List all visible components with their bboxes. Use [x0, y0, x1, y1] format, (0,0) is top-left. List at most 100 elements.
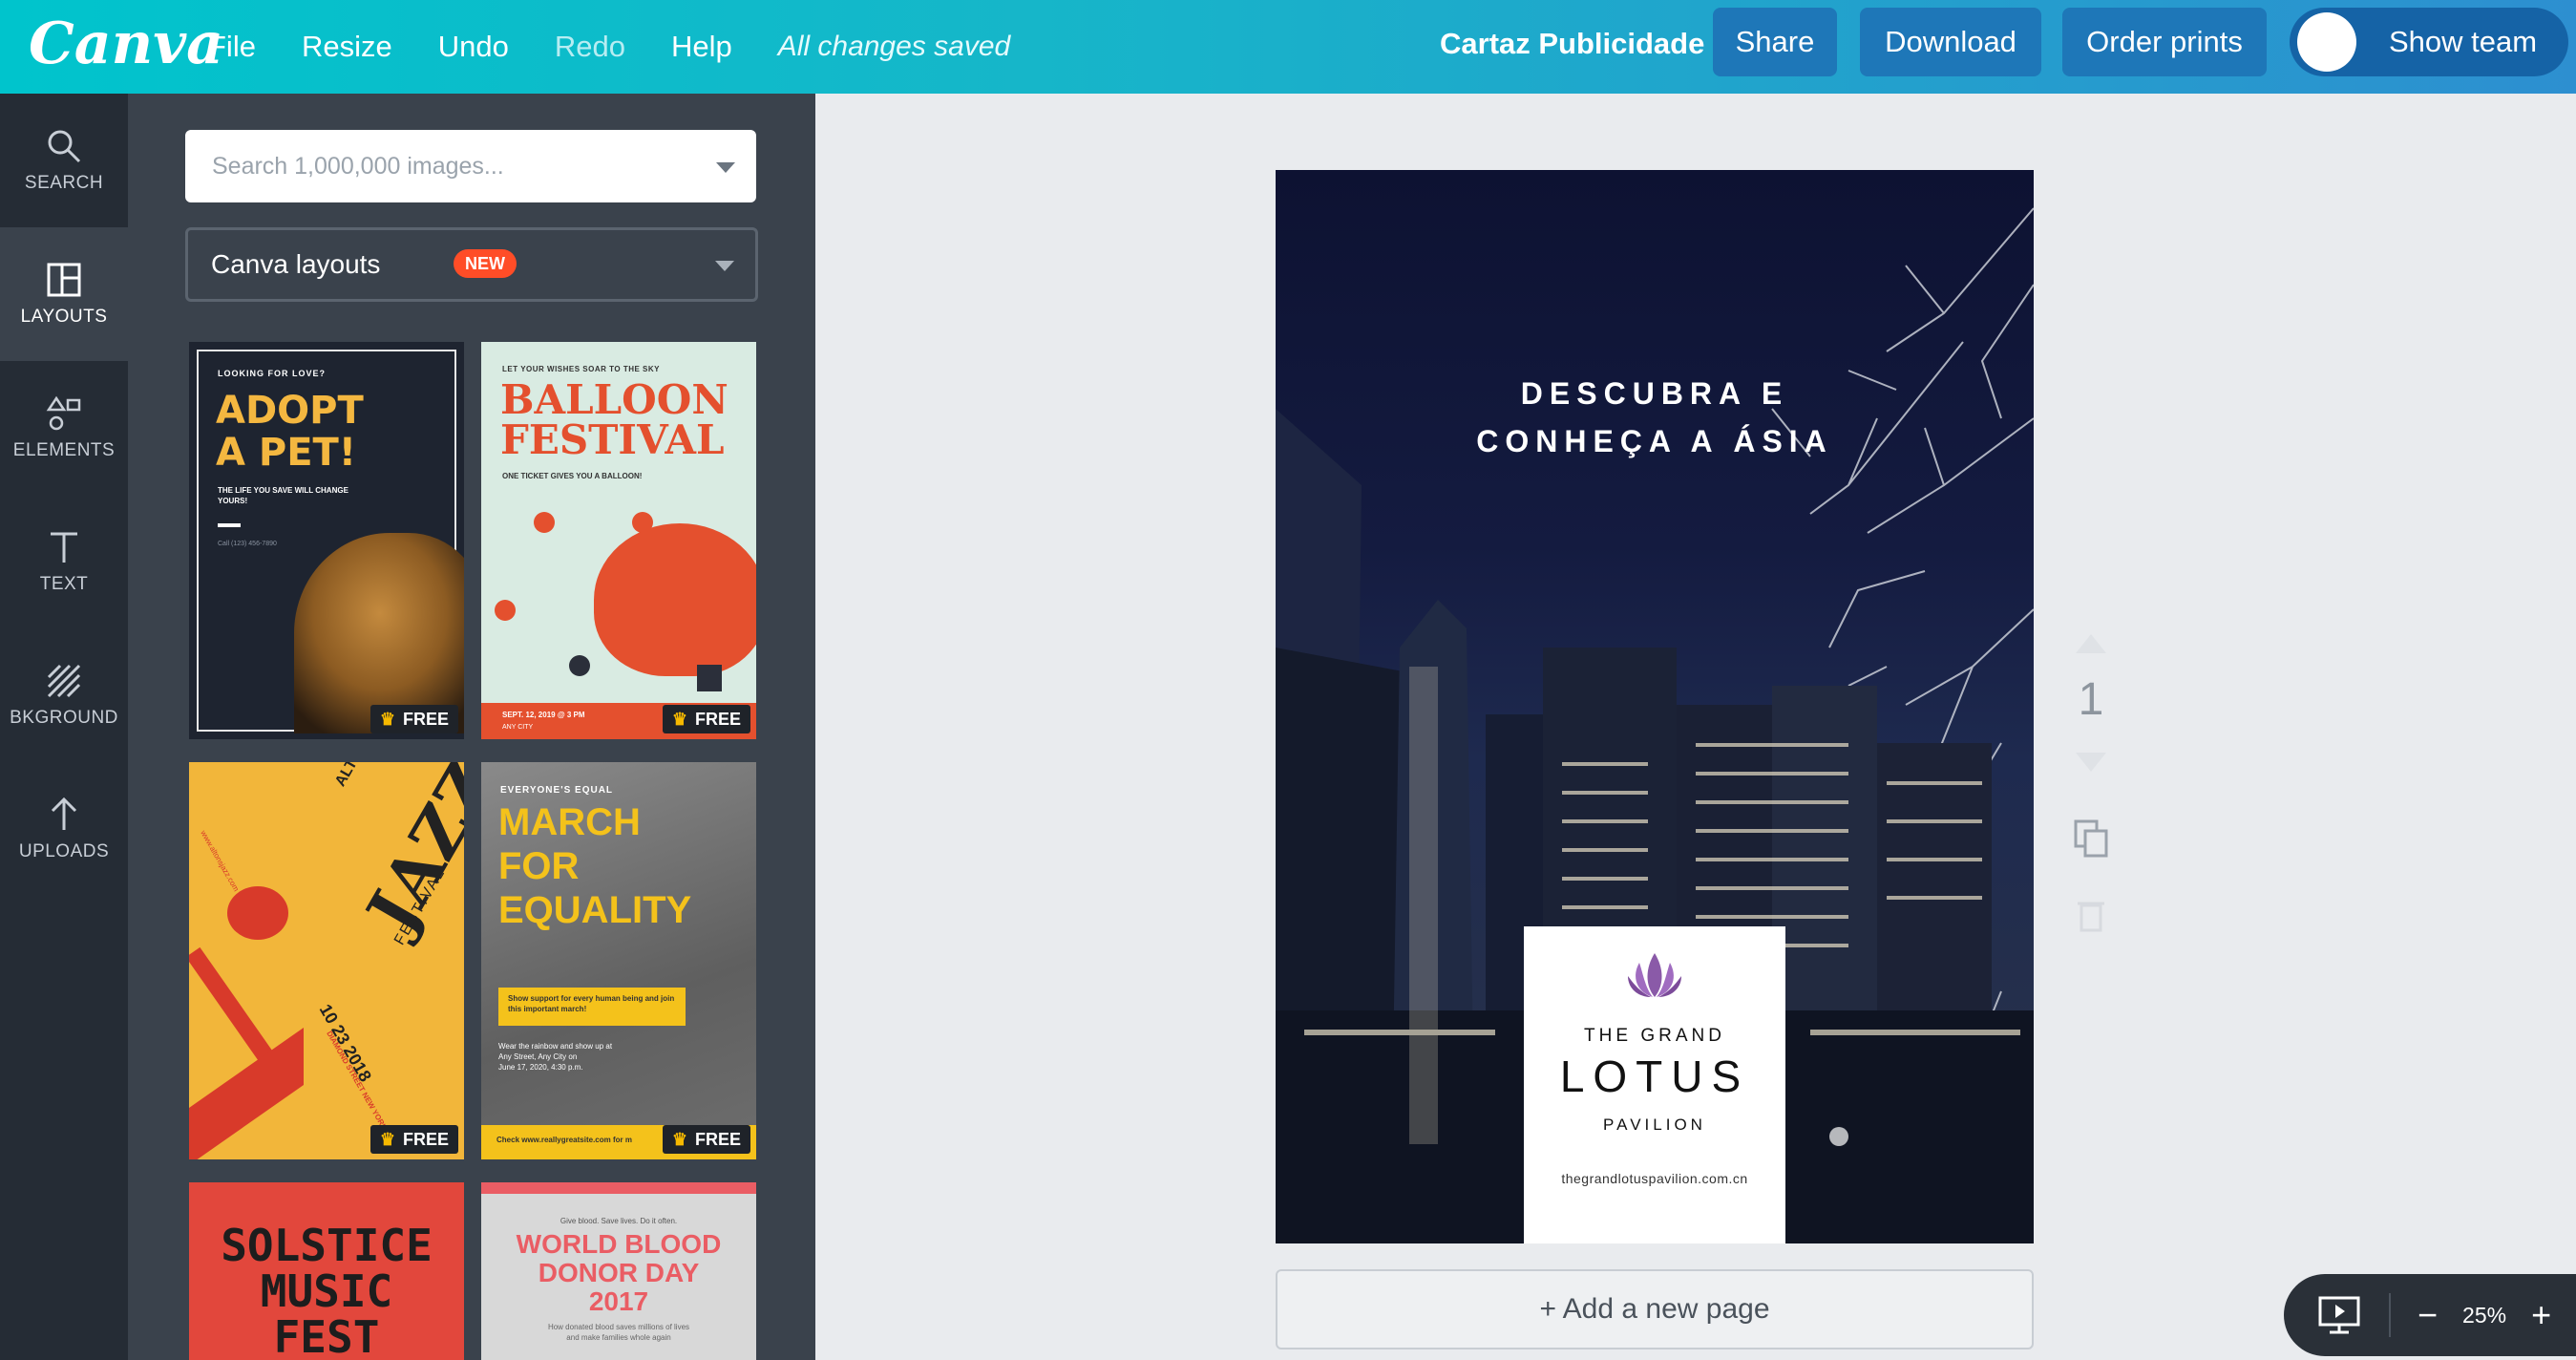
share-button[interactable]: Share	[1713, 8, 1837, 76]
free-badge: ♛ FREE	[662, 705, 750, 733]
template-blood-donor[interactable]: Give blood. Save lives. Do it often. WOR…	[481, 1182, 756, 1360]
template-text: Check www.reallygreatsite.com for m	[496, 1136, 632, 1144]
zoom-level[interactable]: 25%	[2462, 1303, 2506, 1328]
search-placeholder: Search 1,000,000 images...	[212, 153, 504, 180]
template-title: MARCH FOR EQUALITY	[498, 800, 691, 932]
template-adopt-pet[interactable]: LOOKING FOR LOVE? ADOPT A PET! THE LIFE …	[189, 342, 464, 739]
order-prints-button[interactable]: Order prints	[2062, 8, 2267, 76]
template-text: ANY CITY	[502, 724, 534, 731]
rail-label: BKGROUND	[10, 708, 118, 728]
layouts-dropdown[interactable]: Canva layouts NEW	[185, 227, 758, 302]
template-jazz-festival[interactable]: ALTON'S JAZZ FESTIVAL www.altonsjazz.com…	[189, 762, 464, 1159]
template-text: 10 23 2018	[315, 1001, 376, 1086]
crown-icon: ♛	[379, 1130, 395, 1149]
menu-file[interactable]: File	[208, 30, 256, 64]
chevron-down-icon[interactable]	[716, 162, 735, 173]
template-text: ALTON'S	[332, 762, 380, 790]
duplicate-page-icon[interactable]	[2072, 818, 2110, 860]
rail-label: ELEMENTS	[12, 440, 116, 460]
menu-resize[interactable]: Resize	[302, 30, 392, 64]
left-rail: SEARCH LAYOUTS ELEMENTS TEXT BKGROUND UP…	[0, 94, 128, 1360]
layouts-dropdown-label: Canva layouts	[211, 249, 381, 279]
template-title-line: BALLOON	[500, 376, 728, 423]
menu-redo[interactable]: Redo	[555, 30, 625, 64]
menu-help[interactable]: Help	[671, 30, 732, 64]
template-text: SEPT. 12, 2019 @ 3 PM	[502, 711, 585, 719]
template-balloon-festival[interactable]: LET YOUR WISHES SOAR TO THE SKY BALLOON …	[481, 342, 756, 739]
move-page-down-icon[interactable]	[2072, 749, 2110, 776]
rail-label: TEXT	[39, 574, 89, 594]
template-details: Wear the rainbow and show up at Any Stre…	[498, 1041, 612, 1073]
rail-label: LAYOUTS	[20, 307, 108, 327]
template-text: Give blood. Save lives. Do it often.	[560, 1217, 678, 1225]
rail-label: UPLOADS	[18, 841, 110, 861]
template-title: WORLD BLOOD DONOR DAY 2017	[481, 1230, 756, 1316]
text-icon	[51, 532, 77, 563]
save-status: All changes saved	[777, 31, 1011, 62]
brand-line-the-grand: THE GRAND	[1584, 1026, 1725, 1046]
free-label: FREE	[402, 710, 449, 729]
template-text: www.altonsjazz.com	[199, 829, 242, 893]
download-button[interactable]: Download	[1860, 8, 2041, 76]
template-text: LET YOUR WISHES SOAR TO THE SKY	[502, 365, 660, 373]
template-text: Any Street, Any City on	[498, 1052, 578, 1061]
free-label: FREE	[694, 710, 741, 729]
new-badge: NEW	[454, 249, 517, 278]
crown-icon: ♛	[671, 710, 687, 729]
small-balloon	[632, 512, 653, 533]
zoom-out-button[interactable]: −	[2418, 1295, 2438, 1335]
menu-undo[interactable]: Undo	[438, 30, 509, 64]
template-text: June 17, 2020, 4:30 p.m.	[498, 1063, 583, 1072]
present-icon[interactable]	[2316, 1292, 2362, 1338]
template-title-line: A PET!	[216, 431, 357, 475]
zoom-in-button[interactable]: +	[2531, 1295, 2551, 1335]
template-march-equality[interactable]: EVERYONE'S EQUAL MARCH FOR EQUALITY Show…	[481, 762, 756, 1159]
canva-logo[interactable]: Canva	[29, 6, 223, 82]
move-page-up-icon[interactable]	[2072, 630, 2110, 657]
top-bar: Canva File Resize Undo Redo Help All cha…	[0, 0, 2576, 94]
search-input[interactable]: Search 1,000,000 images...	[185, 130, 756, 202]
rail-layouts[interactable]: LAYOUTS	[0, 227, 128, 361]
template-title-line: FEST	[273, 1311, 380, 1360]
rail-text[interactable]: TEXT	[0, 495, 128, 628]
poster-headline-line1[interactable]: DESCUBRA E	[1276, 376, 2034, 412]
zoom-toolbar: − 25% +	[2284, 1274, 2576, 1356]
poster-headline-line2[interactable]: CONHEÇA A ÁSIA	[1276, 424, 2034, 459]
rail-background[interactable]: BKGROUND	[0, 628, 128, 762]
template-title-line: WORLD BLOOD	[516, 1229, 722, 1259]
brand-line-pavilion: PAVILION	[1603, 1116, 1706, 1134]
template-title-line: SOLSTICE	[221, 1220, 433, 1271]
template-text: How donated blood saves millions of live…	[547, 1323, 690, 1331]
template-text: EVERYONE'S EQUAL	[500, 785, 614, 796]
template-title-line: FESTIVAL	[500, 416, 725, 463]
design-title[interactable]: Cartaz Publicidade	[1440, 0, 1704, 88]
show-team-button[interactable]: Show team	[2290, 8, 2568, 76]
page-number: 1	[2078, 674, 2104, 725]
template-text: Wear the rainbow and show up at	[498, 1042, 613, 1051]
trumpet-valves	[189, 1027, 304, 1159]
elements-icon	[46, 395, 81, 431]
crown-icon: ♛	[671, 1130, 687, 1149]
design-page[interactable]: DESCUBRA E CONHEÇA A ÁSIA THE GRAND LOTU…	[1276, 170, 2034, 1243]
template-title-line: EQUALITY	[498, 889, 692, 931]
free-badge: ♛ FREE	[370, 1125, 458, 1154]
balloon-shape	[594, 523, 756, 676]
delete-page-icon[interactable]	[2072, 894, 2110, 936]
brand-card[interactable]: THE GRAND LOTUS PAVILION thegrandlotuspa…	[1524, 926, 1785, 1243]
lotus-logo-icon	[1628, 953, 1681, 997]
free-label: FREE	[402, 1130, 449, 1149]
brand-url: thegrandlotuspavilion.com.cn	[1561, 1171, 1748, 1186]
divider	[218, 523, 241, 527]
rail-elements[interactable]: ELEMENTS	[0, 361, 128, 495]
upload-icon	[51, 797, 77, 830]
rail-uploads[interactable]: UPLOADS	[0, 762, 128, 896]
add-page-button[interactable]: + Add a new page	[1276, 1269, 2034, 1349]
template-title-line: 2017	[588, 1286, 649, 1316]
template-text: THE LIFE YOU SAVE WILL CHANGE YOURS!	[218, 486, 348, 505]
template-title-line: FOR	[498, 845, 580, 887]
rail-search[interactable]: SEARCH	[0, 94, 128, 227]
layouts-icon	[47, 263, 81, 297]
layouts-panel: Search 1,000,000 images... Canva layouts…	[128, 94, 815, 1360]
template-solstice-fest[interactable]: SOLSTICE MUSIC FEST	[189, 1182, 464, 1360]
basket-shape	[697, 665, 722, 691]
